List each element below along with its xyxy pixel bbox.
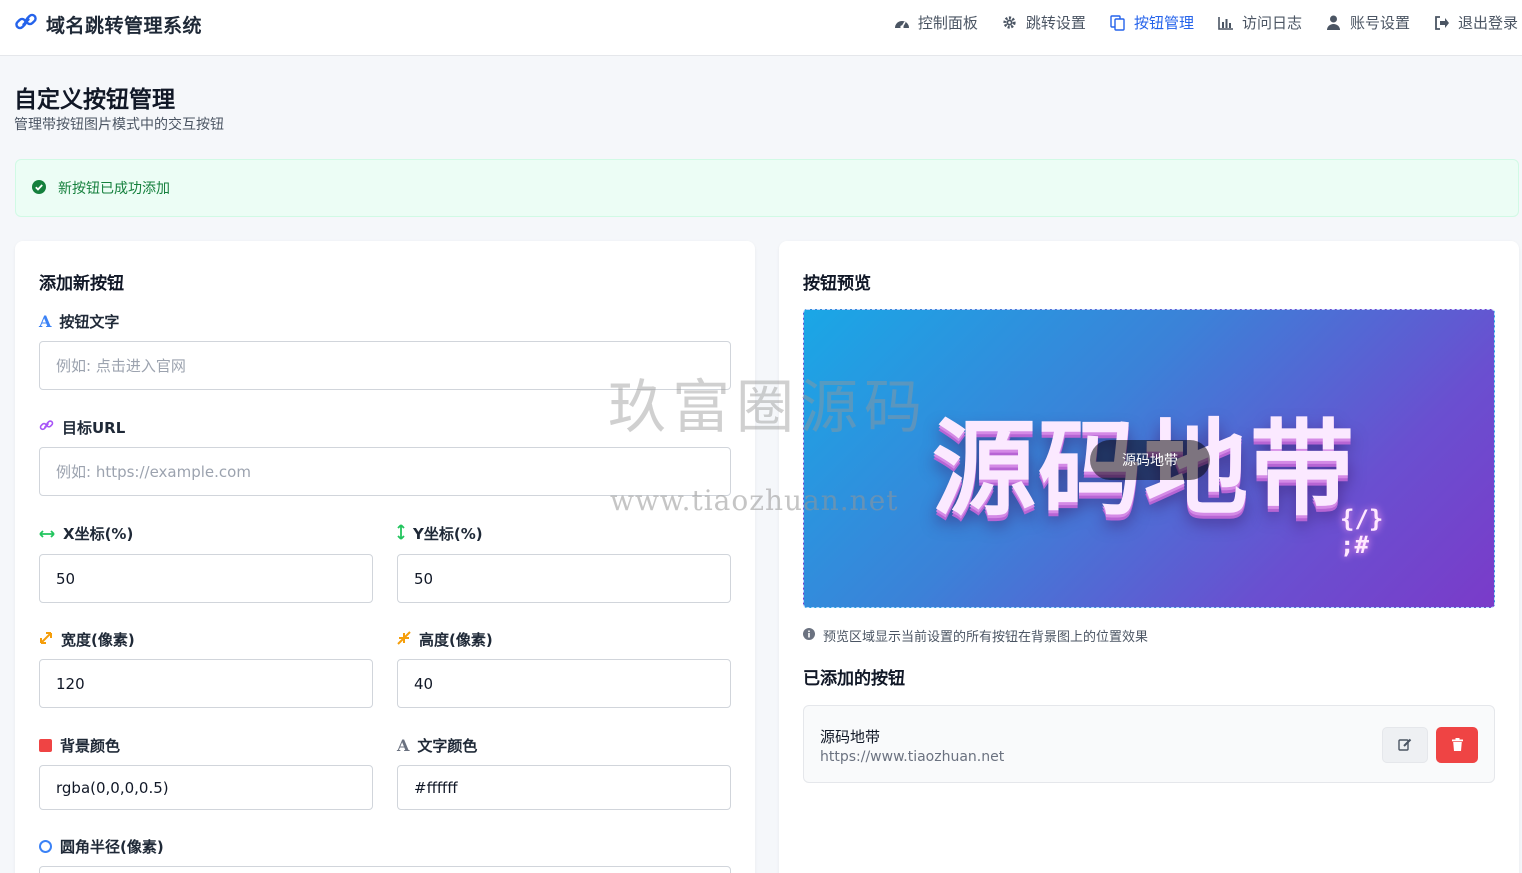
button-text-label: A 按钮文字 — [39, 311, 119, 332]
bar-chart-icon — [1218, 15, 1234, 31]
code-line: ;# — [1340, 531, 1369, 559]
x-coord-input[interactable] — [39, 554, 373, 603]
preview-card: 按钮预览 源码地带 {/} ;# 源码地带 预览区域显示当前设置的所有按钮在背景… — [779, 241, 1519, 873]
label-text: 按钮文字 — [59, 313, 120, 331]
x-coord-label: X坐标(%) — [39, 523, 133, 544]
nav-access-log[interactable]: 访问日志 — [1218, 12, 1302, 33]
check-circle-icon — [32, 179, 46, 198]
target-url-input[interactable] — [39, 447, 731, 496]
nav-dashboard[interactable]: 控制面板 — [894, 12, 978, 33]
top-navbar: 域名跳转管理系统 控制面板 跳转设置 按钮管理 访问日志 账号设置 退出登录 — [0, 0, 1522, 56]
height-label: 高度(像素) — [397, 629, 493, 650]
label-text: 圆角半径(像素) — [60, 838, 164, 856]
label-text: 高度(像素) — [419, 631, 493, 649]
square-icon — [39, 739, 52, 752]
app-title: 域名跳转管理系统 — [46, 14, 203, 37]
copy-icon — [1110, 14, 1126, 31]
item-url: https://www.tiaozhuan.net — [820, 749, 1005, 765]
label-text: 目标URL — [62, 419, 126, 437]
expand-icon — [39, 631, 53, 649]
y-coord-label: Y坐标(%) — [397, 523, 483, 544]
preview-title: 按钮预览 — [803, 274, 871, 294]
nav-label: 访问日志 — [1241, 14, 1302, 32]
bg-color-label: 背景颜色 — [39, 735, 120, 756]
gear-icon — [1002, 15, 1018, 31]
preview-area: 源码地带 {/} ;# 源码地带 — [803, 309, 1495, 608]
border-radius-input[interactable] — [39, 866, 731, 873]
preview-overlay-button[interactable]: 源码地带 — [1090, 440, 1210, 480]
width-input[interactable] — [39, 659, 373, 708]
link-icon — [39, 418, 54, 437]
vertical-arrows-icon — [397, 523, 405, 544]
added-title: 已添加的按钮 — [803, 669, 905, 689]
background-image-code: {/} ;# — [1340, 506, 1383, 558]
y-coord-input[interactable] — [397, 554, 731, 603]
width-label: 宽度(像素) — [39, 629, 135, 650]
success-alert: 新按钮已成功添加 — [15, 159, 1519, 217]
circle-icon — [39, 840, 52, 853]
label-text: X坐标(%) — [63, 525, 134, 543]
border-radius-label: 圆角半径(像素) — [39, 836, 164, 857]
info-icon — [803, 627, 815, 644]
horizontal-arrows-icon — [39, 525, 55, 543]
height-input[interactable] — [397, 659, 731, 708]
edit-button[interactable] — [1382, 727, 1428, 763]
label-text: Y坐标(%) — [413, 525, 483, 543]
font-icon: A — [39, 312, 52, 331]
nav-label: 控制面板 — [917, 14, 978, 32]
nav-label: 跳转设置 — [1025, 14, 1086, 32]
label-text: 文字颜色 — [417, 737, 478, 755]
item-name: 源码地带 — [820, 728, 881, 746]
user-icon — [1326, 15, 1342, 31]
alert-text: 新按钮已成功添加 — [58, 181, 170, 197]
label-text: 宽度(像素) — [61, 631, 135, 649]
note-text: 预览区域显示当前设置的所有按钮在背景图上的位置效果 — [823, 630, 1149, 645]
font-icon: A — [397, 736, 410, 755]
sign-out-icon — [1434, 15, 1450, 31]
form-title: 添加新按钮 — [39, 274, 124, 294]
text-color-input[interactable] — [397, 765, 731, 810]
nav-logout[interactable]: 退出登录 — [1434, 12, 1518, 33]
page-subtitle: 管理带按钮图片模式中的交互按钮 — [14, 117, 224, 133]
add-button-card: 添加新按钮 A 按钮文字 目标URL X坐标(%) Y坐标(%) 宽度(像素) … — [15, 241, 755, 873]
nav-label: 退出登录 — [1457, 14, 1518, 32]
nav-label: 按钮管理 — [1133, 14, 1194, 32]
compress-icon — [397, 630, 411, 649]
trash-icon — [1451, 736, 1463, 755]
button-text-input[interactable] — [39, 341, 731, 390]
target-url-label: 目标URL — [39, 417, 125, 438]
nav-account-settings[interactable]: 账号设置 — [1326, 12, 1410, 33]
brand[interactable]: 域名跳转管理系统 — [14, 10, 202, 38]
label-text: 背景颜色 — [60, 737, 121, 755]
delete-button[interactable] — [1436, 727, 1478, 763]
page-title: 自定义按钮管理 — [14, 87, 175, 113]
edit-icon — [1398, 736, 1412, 755]
list-item: 源码地带 https://www.tiaozhuan.net — [803, 705, 1495, 783]
dashboard-icon — [894, 15, 910, 31]
main-nav: 控制面板 跳转设置 按钮管理 访问日志 账号设置 退出登录 — [894, 12, 1518, 33]
code-line: {/} — [1340, 505, 1384, 533]
nav-redirect-settings[interactable]: 跳转设置 — [1002, 12, 1086, 33]
preview-note: 预览区域显示当前设置的所有按钮在背景图上的位置效果 — [803, 626, 1148, 645]
link-icon — [14, 10, 38, 38]
nav-label: 账号设置 — [1349, 14, 1410, 32]
bg-color-input[interactable] — [39, 765, 373, 810]
text-color-label: A 文字颜色 — [397, 735, 477, 756]
nav-button-management[interactable]: 按钮管理 — [1110, 12, 1194, 33]
